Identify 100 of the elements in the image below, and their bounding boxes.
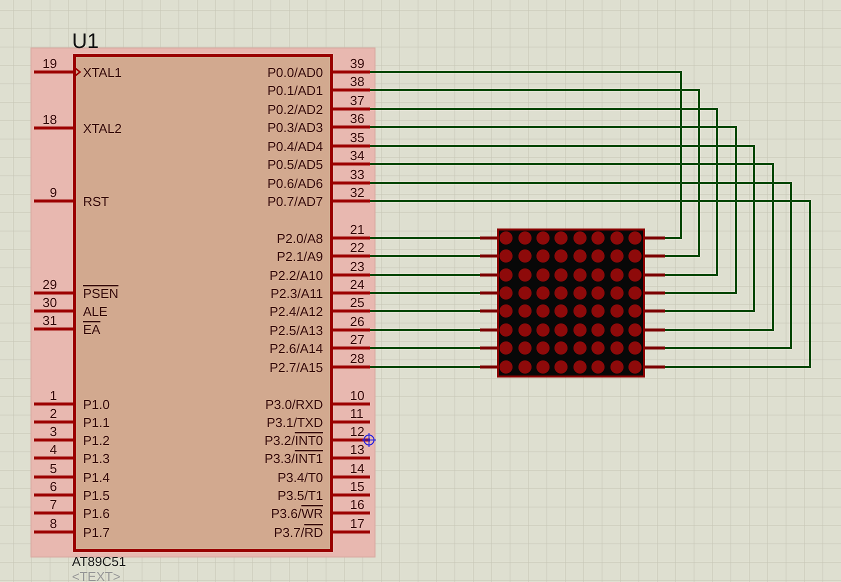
pin-number: 32 xyxy=(350,185,364,200)
pin-lead xyxy=(34,200,74,202)
pin-number: 27 xyxy=(350,332,364,347)
pin-lead xyxy=(34,512,74,514)
pin-label: P1.4 xyxy=(83,470,110,485)
pin-label: P2.6/A14 xyxy=(270,341,323,356)
part-label: AT89C51 xyxy=(72,554,126,569)
pin-lead xyxy=(332,512,370,514)
pin-label: P3.7/RD xyxy=(274,525,323,540)
pin-number: 11 xyxy=(350,406,364,421)
pin-label: P3.5/T1 xyxy=(277,488,323,503)
pin-number: 21 xyxy=(350,222,364,237)
clock-marker-icon xyxy=(74,67,82,77)
pin-lead xyxy=(34,126,74,130)
pin-lead xyxy=(34,476,74,478)
pin-number: 5 xyxy=(50,461,57,476)
pin-lead xyxy=(34,456,74,460)
pin-label: P0.6/AD6 xyxy=(267,176,323,191)
pin-lead xyxy=(332,420,370,424)
pin-lead xyxy=(34,420,74,424)
pin-number: 22 xyxy=(350,240,364,255)
pin-lead xyxy=(34,310,74,312)
pin-lead xyxy=(332,494,370,496)
pin-number: 2 xyxy=(50,406,57,421)
pin-lead xyxy=(332,402,370,406)
pin-lead xyxy=(332,182,370,184)
pin-number: 14 xyxy=(350,461,364,476)
pin-number: 15 xyxy=(350,479,364,494)
pin-lead xyxy=(332,438,370,442)
pin-lead xyxy=(332,274,370,276)
pin-lead xyxy=(34,292,74,294)
pin-lead xyxy=(332,200,370,202)
pin-label: EA xyxy=(83,322,100,337)
pin-label: P1.1 xyxy=(83,415,110,430)
pin-number: 35 xyxy=(350,130,364,145)
pin-label: XTAL2 xyxy=(83,121,122,136)
pin-label: P2.0/A8 xyxy=(276,231,323,246)
pin-lead xyxy=(34,438,74,442)
pin-label: P2.7/A15 xyxy=(270,360,323,375)
chip-body[interactable] xyxy=(73,54,333,552)
pin-number: 23 xyxy=(350,259,364,274)
pin-label: P3.6/WR xyxy=(270,506,323,521)
pin-number: 1 xyxy=(50,388,57,403)
pin-lead xyxy=(34,402,74,406)
pin-number: 34 xyxy=(350,148,364,163)
pin-number: 25 xyxy=(350,295,364,310)
pin-label: P3.2/INT0 xyxy=(264,433,323,448)
pin-number: 13 xyxy=(350,442,364,457)
pin-label: P1.7 xyxy=(83,525,110,540)
pin-number: 30 xyxy=(42,295,57,310)
pin-label: P1.3 xyxy=(83,451,110,466)
pin-label: P2.4/A12 xyxy=(270,304,323,319)
pin-label: P3.1/TXD xyxy=(266,415,323,430)
pin-number: 16 xyxy=(350,497,364,512)
pin-label: XTAL1 xyxy=(83,65,122,80)
pin-lead xyxy=(332,346,370,350)
pin-label: P3.4/T0 xyxy=(277,470,323,485)
pin-number: 17 xyxy=(350,516,364,531)
pin-lead xyxy=(332,328,370,332)
pin-label: P1.2 xyxy=(83,433,110,448)
pin-lead xyxy=(332,108,370,110)
pin-number: 18 xyxy=(42,112,57,127)
pin-number: 3 xyxy=(50,424,57,439)
pin-number: 33 xyxy=(350,167,364,182)
pin-label: P0.1/AD1 xyxy=(267,83,323,98)
pin-number: 6 xyxy=(50,479,57,494)
pin-lead xyxy=(332,530,370,534)
pin-label: P0.4/AD4 xyxy=(267,139,323,154)
pin-label: P2.1/A9 xyxy=(276,249,323,264)
pin-label: P1.5 xyxy=(83,488,110,503)
reference-label: U1 xyxy=(72,30,99,53)
pin-lead xyxy=(332,126,370,128)
pin-lead xyxy=(34,530,74,534)
pin-lead xyxy=(332,254,370,258)
pin-lead xyxy=(34,328,74,330)
pin-label: ALE xyxy=(83,304,108,319)
pin-label: P0.0/AD0 xyxy=(267,65,323,80)
pin-lead xyxy=(332,476,370,478)
pin-number: 10 xyxy=(350,388,364,403)
pin-label: P2.3/A11 xyxy=(270,286,323,301)
text-label: <TEXT> xyxy=(72,569,120,582)
pin-number: 36 xyxy=(350,111,364,126)
led-matrix-drawing[interactable] xyxy=(480,228,665,378)
pin-number: 26 xyxy=(350,314,364,329)
pin-label: P3.3/INT1 xyxy=(264,451,323,466)
pin-number: 9 xyxy=(50,185,57,200)
pin-number: 39 xyxy=(350,56,364,71)
pin-number: 12 xyxy=(350,424,364,439)
pin-number: 31 xyxy=(42,313,57,328)
pin-lead xyxy=(332,70,370,74)
pin-label: P1.6 xyxy=(83,506,110,521)
pin-lead xyxy=(332,236,370,240)
pin-lead xyxy=(34,494,74,496)
pin-label: P0.7/AD7 xyxy=(267,194,323,209)
pin-lead xyxy=(332,310,370,312)
pin-label: PSEN xyxy=(83,286,118,301)
pin-lead xyxy=(332,144,370,148)
pin-lead xyxy=(332,162,370,166)
pin-number: 28 xyxy=(350,351,364,366)
pin-label: RST xyxy=(83,194,109,209)
